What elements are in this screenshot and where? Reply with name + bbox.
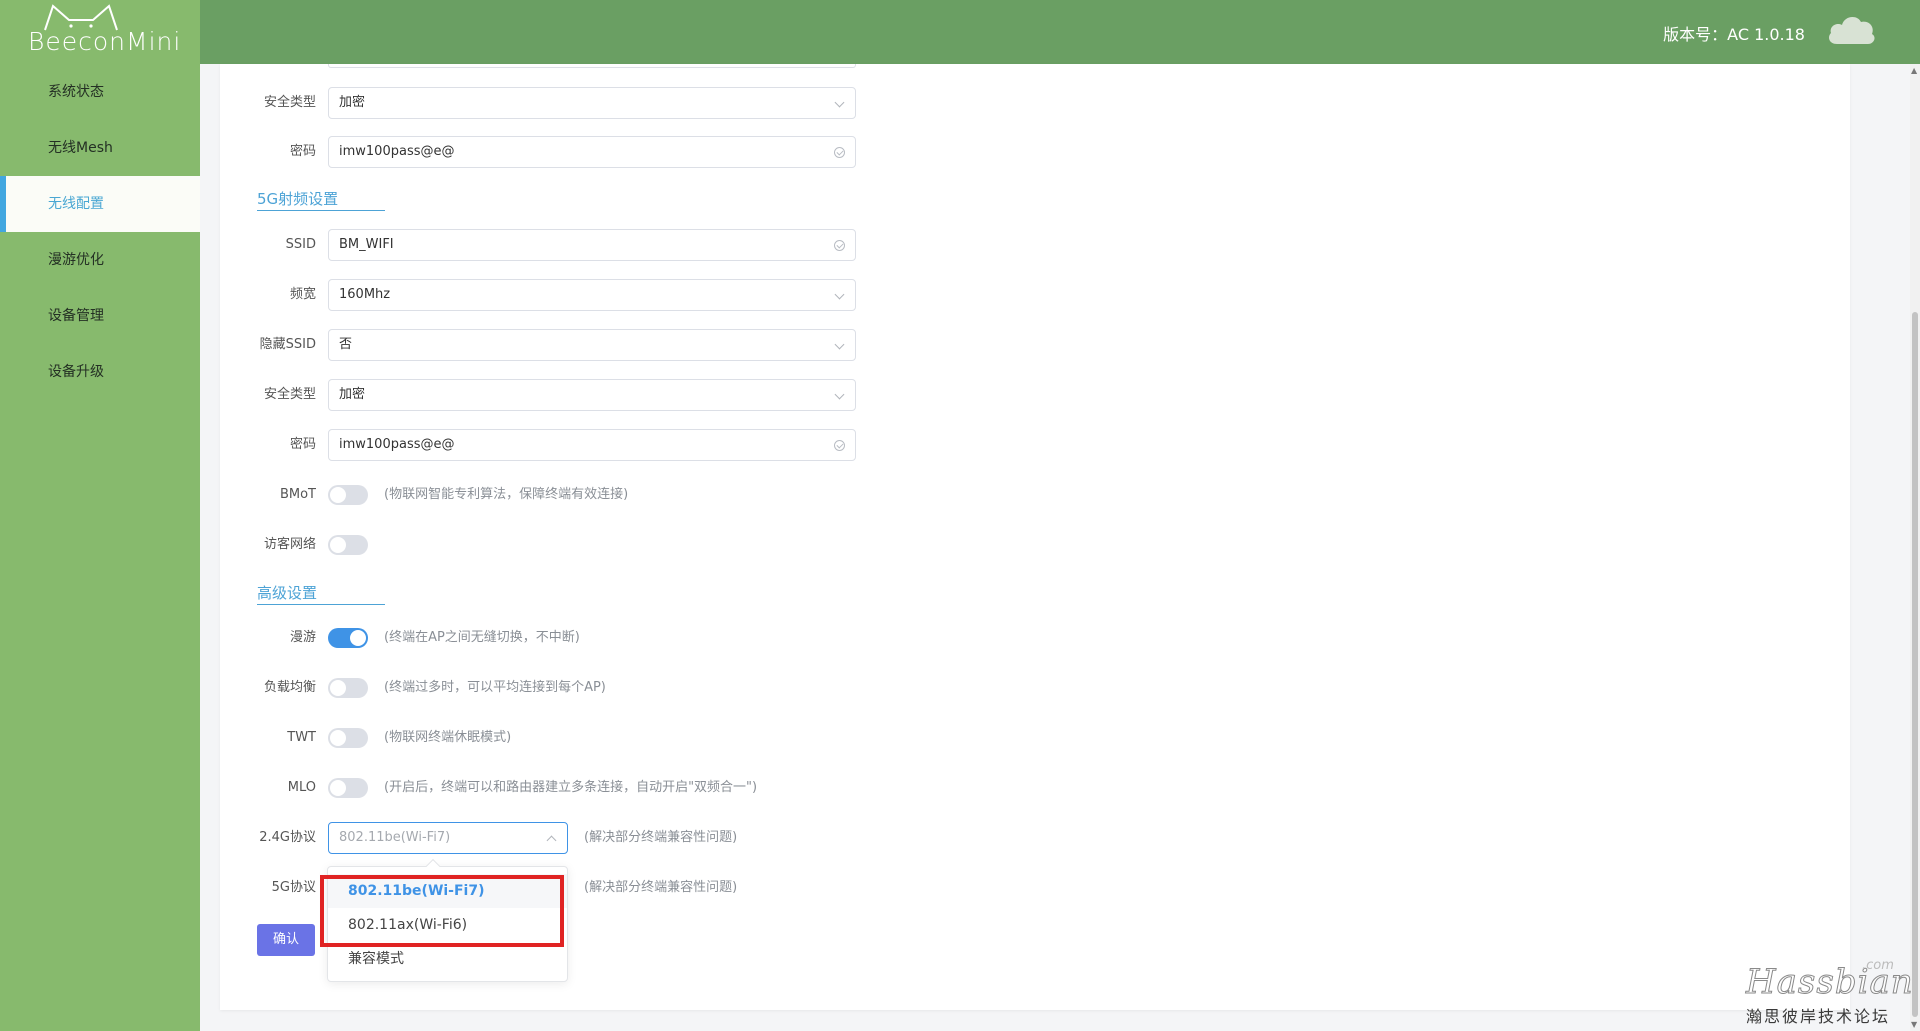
section-underline — [257, 604, 385, 605]
ssid-value: BM_WIFI — [339, 237, 394, 252]
row-mlo: MLO (开启后，终端可以和路由器建立多条连接，自动开启"双频合一") — [220, 772, 1120, 804]
guest-network-toggle[interactable] — [328, 535, 368, 555]
guest-network-label: 访客网络 — [263, 537, 316, 552]
protocol-5g-hint: (解决部分终端兼容性问题) — [584, 880, 738, 895]
row-5g-hidden-ssid: 隐藏SSID 否 — [220, 329, 920, 361]
scroll-up-arrow-icon[interactable]: ▲ — [1911, 66, 1917, 75]
dropdown-option-compat-mode[interactable]: 兼容模式 — [328, 942, 567, 976]
row-5g-ssid: SSID BM_WIFI — [220, 229, 920, 261]
bmot-label: BMoT — [279, 487, 316, 502]
bmot-toggle[interactable] — [328, 485, 368, 505]
protocol-24g-placeholder: 802.11be(Wi-Fi7) — [339, 830, 451, 845]
password-field-24g[interactable]: imw100pass@e@ — [328, 136, 856, 168]
sidebar-item-wireless-mesh[interactable]: 无线Mesh — [0, 120, 200, 176]
row-bmot: BMoT (物联网智能专利算法，保障终端有效连接) — [220, 479, 1020, 511]
sidebar-item-roaming-optimization[interactable]: 漫游优化 — [0, 232, 200, 288]
load-balance-hint: (终端过多时，可以平均连接到每个AP) — [384, 680, 606, 695]
section-title-5g: 5G射频设置 — [257, 190, 339, 208]
mlo-label: MLO — [287, 780, 316, 795]
security-type-select-5g[interactable]: 加密 — [328, 379, 856, 411]
top-header: 版本号：AC 1.0.18 — [200, 0, 1920, 64]
chevron-up-icon — [546, 835, 557, 846]
security-type-value: 加密 — [339, 387, 366, 402]
ssid-field-5g[interactable]: BM_WIFI — [328, 229, 856, 261]
chevron-down-icon — [834, 289, 845, 300]
row-twt: TWT (物联网终端休眠模式) — [220, 722, 1020, 754]
hidden-ssid-value: 否 — [339, 337, 353, 352]
load-balance-label: 负载均衡 — [263, 680, 316, 695]
sidebar-item-device-upgrade[interactable]: 设备升级 — [0, 344, 200, 400]
bandwidth-label: 频宽 — [289, 287, 316, 302]
scroll-thumb[interactable] — [1912, 312, 1918, 1017]
bandwidth-value: 160Mhz — [339, 287, 391, 302]
security-type-value: 加密 — [339, 95, 366, 110]
logo: BeeconMini — [0, 0, 200, 64]
bmot-hint: (物联网智能专利算法，保障终端有效连接) — [384, 487, 629, 502]
row-load-balance: 负载均衡 (终端过多时，可以平均连接到每个AP) — [220, 672, 1020, 704]
mlo-hint: (开启后，终端可以和路由器建立多条连接，自动开启"双频合一") — [384, 780, 758, 795]
version-label: 版本号：AC 1.0.18 — [1663, 25, 1805, 44]
row-24g-password: 密码 imw100pass@e@ — [220, 136, 920, 168]
row-guest-network: 访客网络 — [220, 529, 1020, 561]
security-type-label: 安全类型 — [263, 387, 316, 402]
row-24g-protocol: 2.4G协议 802.11be(Wi-Fi7) (解决部分终端兼容性问题) — [220, 822, 1020, 854]
row-5g-password: 密码 imw100pass@e@ — [220, 429, 920, 461]
vertical-scrollbar[interactable]: ▲ ▼ — [1910, 64, 1920, 1031]
roaming-toggle[interactable] — [328, 628, 368, 648]
password-value: imw100pass@e@ — [339, 144, 455, 159]
sidebar: BeeconMini 系统状态 无线Mesh 无线配置 漫游优化 设备管理 设备… — [0, 0, 200, 1031]
password-label: 密码 — [289, 144, 316, 159]
twt-hint: (物联网终端休眠模式) — [384, 730, 512, 745]
section-underline — [257, 210, 385, 211]
check-circle-icon — [834, 440, 845, 451]
protocol-24g-hint: (解决部分终端兼容性问题) — [584, 830, 738, 845]
sidebar-item-device-management[interactable]: 设备管理 — [0, 288, 200, 344]
chevron-down-icon — [834, 339, 845, 350]
security-type-label: 安全类型 — [263, 95, 316, 110]
watermark-com: .com — [1862, 958, 1894, 973]
hidden-ssid-select-5g[interactable]: 否 — [328, 329, 856, 361]
row-5g-bandwidth: 频宽 160Mhz — [220, 279, 920, 311]
sidebar-item-system-status[interactable]: 系统状态 — [0, 64, 200, 120]
bandwidth-select-5g[interactable]: 160Mhz — [328, 279, 856, 311]
roaming-hint: (终端在AP之间无缝切换，不中断) — [384, 630, 580, 645]
logo-text: BeeconMini — [28, 27, 182, 56]
load-balance-toggle[interactable] — [328, 678, 368, 698]
cloud-icon[interactable] — [1825, 10, 1877, 48]
confirm-button[interactable]: 确认 — [257, 924, 315, 956]
sidebar-item-wireless-config[interactable]: 无线配置 — [0, 176, 200, 232]
red-highlight-box — [320, 875, 564, 947]
password-value: imw100pass@e@ — [339, 437, 455, 452]
ssid-label: SSID — [285, 237, 316, 252]
security-type-select-24g[interactable]: 加密 — [328, 87, 856, 119]
protocol-5g-label: 5G协议 — [271, 880, 316, 895]
scroll-down-arrow-icon[interactable]: ▼ — [1911, 1020, 1917, 1029]
chevron-down-icon — [834, 97, 845, 108]
row-5g-security: 安全类型 加密 — [220, 379, 920, 411]
mlo-toggle[interactable] — [328, 778, 368, 798]
row-roaming: 漫游 (终端在AP之间无缝切换，不中断) — [220, 622, 1020, 654]
password-field-5g[interactable]: imw100pass@e@ — [328, 429, 856, 461]
twt-toggle[interactable] — [328, 728, 368, 748]
hidden-ssid-label: 隐藏SSID — [259, 337, 316, 352]
check-circle-icon — [834, 240, 845, 251]
check-circle-icon — [834, 147, 845, 158]
roaming-label: 漫游 — [289, 630, 316, 645]
password-label: 密码 — [289, 437, 316, 452]
row-24g-security: 安全类型 加密 — [220, 87, 920, 119]
twt-label: TWT — [287, 730, 316, 745]
protocol-24g-label: 2.4G协议 — [259, 830, 316, 845]
watermark-subtitle: 瀚思彼岸技术论坛 — [1746, 1007, 1891, 1026]
protocol-24g-select[interactable]: 802.11be(Wi-Fi7) — [328, 822, 568, 854]
previous-field-stub — [328, 64, 856, 68]
chevron-down-icon — [834, 389, 845, 400]
section-title-advanced: 高级设置 — [257, 584, 318, 602]
